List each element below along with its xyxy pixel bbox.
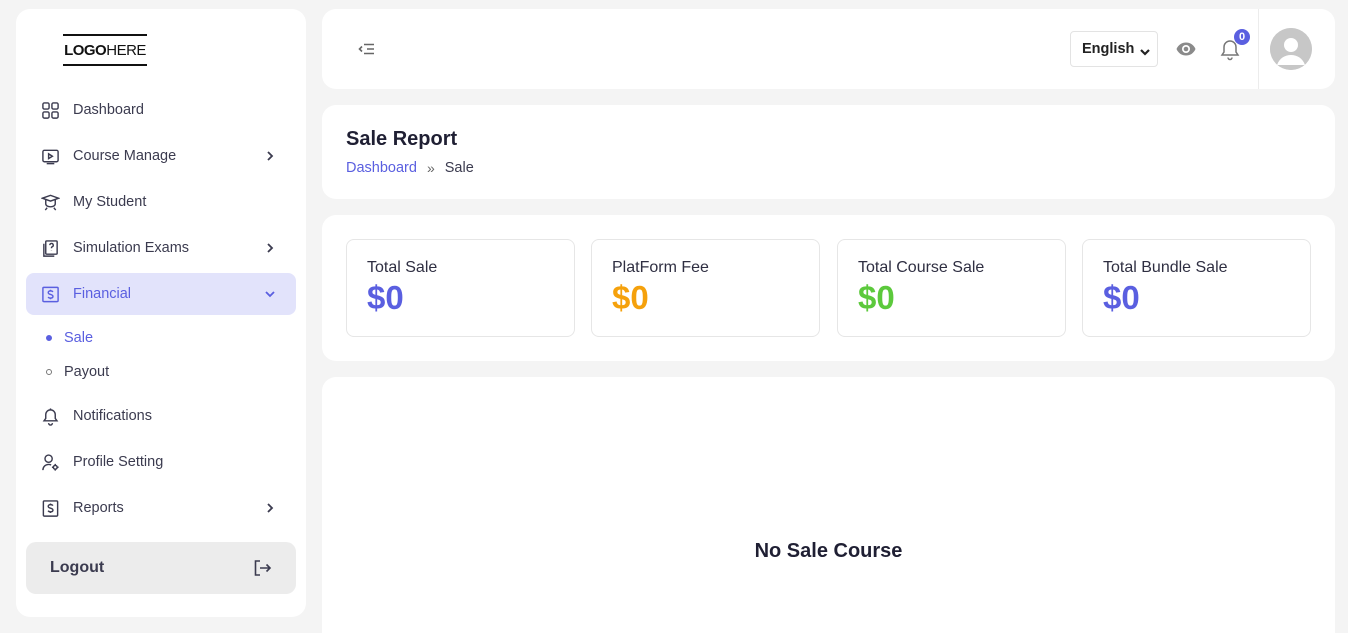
eye-icon[interactable] bbox=[1175, 38, 1197, 60]
logout-button[interactable]: Logout bbox=[26, 542, 296, 594]
stat-label: Total Course Sale bbox=[858, 259, 985, 276]
chevron-down-icon bbox=[262, 286, 278, 302]
stat-card-total-course-sale: Total Course Sale $0 bbox=[837, 239, 1066, 337]
stat-label: Total Bundle Sale bbox=[1103, 259, 1228, 276]
sidebar-subitem-sale[interactable]: Sale bbox=[46, 327, 93, 349]
stat-value: $0 bbox=[367, 279, 404, 316]
page-title: Sale Report bbox=[346, 128, 458, 150]
chevron-right-icon bbox=[262, 240, 278, 256]
logout-icon bbox=[252, 558, 272, 578]
logo[interactable]: LOGO HERE bbox=[63, 34, 147, 66]
notification-count-badge: 0 bbox=[1234, 29, 1250, 45]
sidebar-item-simulation-exams[interactable]: Simulation Exams bbox=[26, 227, 296, 269]
stat-card-total-bundle-sale: Total Bundle Sale $0 bbox=[1082, 239, 1311, 337]
page-header: Sale Report Dashboard » Sale bbox=[322, 105, 1335, 199]
language-select[interactable]: English bbox=[1070, 31, 1158, 67]
stat-value: $0 bbox=[858, 279, 895, 316]
stat-card-total-sale: Total Sale $0 bbox=[346, 239, 575, 337]
play-screen-icon bbox=[40, 146, 60, 166]
collapse-menu-icon[interactable] bbox=[357, 39, 377, 59]
sidebar-item-label: Financial bbox=[73, 286, 132, 302]
grid-icon bbox=[40, 100, 60, 120]
user-gear-icon bbox=[40, 452, 60, 472]
sidebar-subitem-payout[interactable]: Payout bbox=[46, 361, 109, 383]
stat-value: $0 bbox=[612, 279, 649, 316]
stat-value: $0 bbox=[1103, 279, 1140, 316]
sidebar-item-my-student[interactable]: My Student bbox=[26, 181, 296, 223]
sidebar-item-label: Profile Setting bbox=[73, 454, 164, 470]
bell-icon bbox=[40, 406, 60, 426]
avatar[interactable] bbox=[1270, 28, 1312, 70]
empty-state-message: No Sale Course bbox=[754, 540, 903, 562]
dollar-square-icon bbox=[40, 284, 60, 304]
chevron-right-icon bbox=[262, 148, 278, 164]
breadcrumb: Dashboard » Sale bbox=[346, 160, 474, 176]
chevron-right-icon bbox=[262, 500, 278, 516]
sidebar: LOGO HERE Dashboard Course Manage My Stud… bbox=[16, 9, 306, 617]
graduation-cap-icon bbox=[40, 192, 60, 212]
sidebar-item-dashboard[interactable]: Dashboard bbox=[26, 89, 296, 131]
sidebar-item-profile-setting[interactable]: Profile Setting bbox=[26, 441, 296, 483]
sidebar-item-financial[interactable]: Financial bbox=[26, 273, 296, 315]
sidebar-item-label: My Student bbox=[73, 194, 147, 210]
stat-label: PlatForm Fee bbox=[612, 259, 709, 276]
breadcrumb-current: Sale bbox=[444, 160, 474, 176]
sidebar-item-label: Simulation Exams bbox=[73, 240, 190, 256]
sidebar-item-label: Course Manage bbox=[73, 148, 177, 164]
topbar-divider bbox=[1258, 9, 1259, 89]
sidebar-item-label: Notifications bbox=[73, 408, 152, 424]
bullet-dot bbox=[46, 369, 52, 375]
sidebar-item-course-manage[interactable]: Course Manage bbox=[26, 135, 296, 177]
sidebar-item-label: Reports bbox=[73, 500, 124, 516]
sales-table-panel: No Sale Course bbox=[322, 377, 1335, 633]
chevron-down-icon bbox=[1139, 45, 1151, 56]
topbar: English 0 bbox=[322, 9, 1335, 89]
stat-label: Total Sale bbox=[367, 259, 438, 276]
breadcrumb-dashboard-link[interactable]: Dashboard bbox=[346, 160, 417, 176]
sidebar-item-label: Dashboard bbox=[73, 102, 144, 118]
stat-card-platform-fee: PlatForm Fee $0 bbox=[591, 239, 820, 337]
sidebar-item-notifications[interactable]: Notifications bbox=[26, 395, 296, 437]
stats-panel: Total Sale $0 PlatForm Fee $0 Total Cour… bbox=[322, 215, 1335, 361]
question-doc-icon bbox=[40, 238, 60, 258]
sidebar-item-reports[interactable]: Reports bbox=[26, 487, 296, 529]
bullet-dot bbox=[46, 335, 52, 341]
dollar-doc-icon bbox=[40, 498, 60, 518]
breadcrumb-separator: » bbox=[426, 160, 435, 176]
